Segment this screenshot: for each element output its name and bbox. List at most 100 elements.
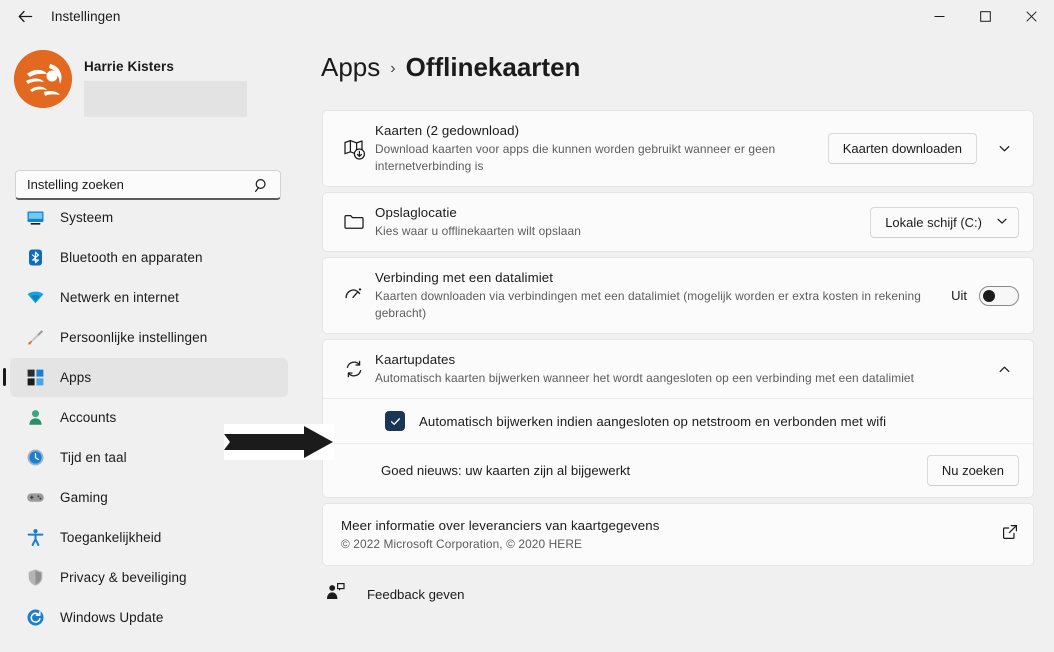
card-metered-title: Verbinding met een datalimiet (375, 270, 554, 285)
sidebar-item-label: Windows Update (60, 610, 164, 625)
info-title: Meer informatie over leveranciers van ka… (341, 518, 660, 533)
user-avatar-logo (14, 50, 72, 108)
metered-toggle-switch[interactable] (979, 285, 1019, 306)
apps-icon (24, 367, 46, 389)
annotation-arrow (224, 424, 334, 460)
sidebar-item-label: Privacy & beveiliging (60, 570, 187, 585)
external-link-icon[interactable] (1001, 523, 1019, 546)
card-storage-title: Opslaglocatie (375, 205, 457, 220)
card-updates-subtitle: Automatisch kaarten bijwerken wanneer he… (375, 371, 915, 385)
card-updates-title: Kaartupdates (375, 352, 456, 367)
sidebar-nav: Systeem Bluetooth en apparaten Netwerk e… (3, 198, 288, 638)
close-icon (1025, 10, 1037, 22)
sidebar-item-label: Apps (60, 370, 92, 385)
avatar (14, 50, 72, 108)
sidebar-item-label: Accounts (60, 410, 117, 425)
chevron-up-icon[interactable] (989, 354, 1019, 384)
back-button[interactable] (8, 1, 42, 31)
breadcrumb: Apps › Offlinekaarten (321, 52, 580, 83)
sidebar-item-bluetooth[interactable]: Bluetooth en apparaten (10, 238, 288, 277)
monitor-icon (24, 207, 46, 229)
sidebar-item-persoonlijke-instellingen[interactable]: Persoonlijke instellingen (10, 318, 288, 357)
breadcrumb-separator-icon: › (390, 60, 396, 77)
close-button[interactable] (1008, 0, 1054, 32)
update-status-text: Goed nieuws: uw kaarten zijn al bijgewer… (381, 463, 631, 478)
feedback-label: Feedback geven (367, 586, 465, 602)
back-arrow-icon (18, 10, 32, 22)
chevron-down-icon (996, 215, 1008, 230)
card-metered-connection: Verbinding met een datalimiet Kaarten do… (322, 257, 1034, 334)
sidebar-item-gaming[interactable]: Gaming (10, 478, 288, 517)
search-placeholder: Instelling zoeken (27, 177, 124, 192)
wifi-icon (24, 287, 46, 309)
search-input[interactable]: Instelling zoeken (15, 170, 281, 200)
main-content: Apps › Offlinekaarten Kaarten (2 gedownl… (302, 32, 1054, 652)
card-storage: Opslaglocatie Kies waar u offlinekaarten… (322, 192, 1034, 252)
settings-window: Instellingen Harrie Kisters Instelling z… (0, 0, 1054, 652)
card-maps: Kaarten (2 gedownload) Download kaarten … (322, 110, 1034, 187)
card-maps-subtitle: Download kaarten voor apps die kunnen wo… (375, 142, 776, 173)
settings-card-list: Kaarten (2 gedownload) Download kaarten … (322, 110, 1034, 606)
card-metered-row[interactable]: Verbinding met een datalimiet Kaarten do… (323, 258, 1033, 333)
sidebar-item-privacy[interactable]: Privacy & beveiliging (10, 558, 288, 597)
minimize-button[interactable] (916, 0, 962, 32)
card-storage-row[interactable]: Opslaglocatie Kies waar u offlinekaarten… (323, 193, 1033, 251)
sync-icon (337, 357, 371, 381)
right-arrow-annotation (224, 426, 333, 458)
sidebar-item-label: Netwerk en internet (60, 290, 179, 305)
card-metered-subtitle: Kaarten downloaden via verbindingen met … (375, 289, 921, 320)
sidebar-item-label: Bluetooth en apparaten (60, 250, 203, 265)
toggle-knob (983, 289, 995, 302)
checkbox-auto-update-label: Automatisch bijwerken indien aangesloten… (419, 413, 887, 429)
check-now-button[interactable]: Nu zoeken (926, 455, 1019, 486)
checkbox-auto-update[interactable] (385, 411, 405, 431)
maximize-icon (979, 10, 991, 22)
sidebar-item-apps[interactable]: Apps (3, 358, 288, 397)
page-title: Offlinekaarten (405, 52, 581, 82)
person-icon (24, 407, 46, 429)
maximize-button[interactable] (962, 0, 1008, 32)
checkmark-icon (390, 417, 400, 425)
auto-update-checkbox-row[interactable]: Automatisch bijwerken indien aangesloten… (323, 398, 1033, 443)
map-download-icon (337, 137, 371, 161)
redacted-email-bar (84, 81, 247, 117)
feedback-link[interactable]: Feedback geven (322, 582, 1034, 606)
sidebar-item-label: Gaming (60, 490, 108, 505)
sidebar-item-windows-update[interactable]: Windows Update (10, 598, 288, 637)
card-map-data-providers[interactable]: Meer informatie over leveranciers van ka… (322, 503, 1034, 566)
metered-connection-icon (337, 284, 371, 308)
clock-icon (24, 447, 46, 469)
window-title: Instellingen (51, 8, 121, 24)
feedback-person-icon (326, 582, 345, 606)
breadcrumb-parent[interactable]: Apps (321, 52, 380, 83)
profile-name: Harrie Kisters (84, 59, 174, 74)
shield-icon (24, 567, 46, 589)
sidebar-item-systeem[interactable]: Systeem (10, 198, 288, 237)
storage-location-value: Lokale schijf (C:) (885, 214, 982, 230)
sidebar: Harrie Kisters Instelling zoeken Systeem… (0, 32, 302, 652)
sidebar-item-toegankelijkheid[interactable]: Toegankelijkheid (10, 518, 288, 557)
sidebar-item-label: Toegankelijkheid (60, 530, 162, 545)
storage-location-dropdown[interactable]: Lokale schijf (C:) (870, 206, 1019, 238)
chevron-down-icon[interactable] (989, 134, 1019, 164)
minimize-icon (934, 15, 944, 17)
info-copyright: © 2022 Microsoft Corporation, © 2020 HER… (341, 537, 583, 551)
window-controls (916, 0, 1054, 32)
accessibility-icon (24, 527, 46, 549)
update-status-row: Goed nieuws: uw kaarten zijn al bijgewer… (323, 443, 1033, 497)
sidebar-item-netwerk[interactable]: Netwerk en internet (10, 278, 288, 317)
gamepad-icon (24, 487, 46, 509)
title-bar: Instellingen (0, 0, 1054, 32)
card-updates-row[interactable]: Kaartupdates Automatisch kaarten bijwerk… (323, 340, 1033, 398)
card-maps-row[interactable]: Kaarten (2 gedownload) Download kaarten … (323, 111, 1033, 186)
card-map-updates: Kaartupdates Automatisch kaarten bijwerk… (322, 339, 1034, 498)
sidebar-item-label: Systeem (60, 210, 114, 225)
search-icon (253, 177, 270, 199)
download-maps-button[interactable]: Kaarten downloaden (827, 133, 977, 164)
card-storage-subtitle: Kies waar u offlinekaarten wilt opslaan (375, 224, 581, 238)
folder-icon (337, 210, 371, 234)
update-icon (24, 607, 46, 629)
user-profile[interactable]: Harrie Kisters (14, 50, 247, 117)
card-maps-title: Kaarten (2 gedownload) (375, 123, 520, 138)
sidebar-item-label: Persoonlijke instellingen (60, 330, 208, 345)
